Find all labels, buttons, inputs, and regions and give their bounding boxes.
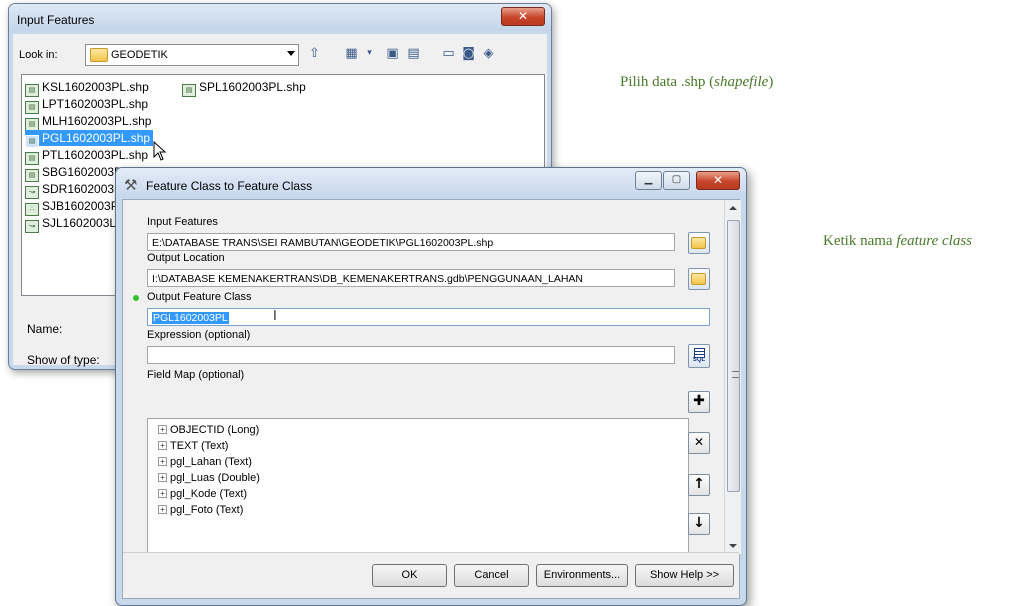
file-item[interactable]: ↝ SDR1602003L — [25, 181, 124, 199]
fc-dialog-title: Feature Class to Feature Class — [146, 179, 313, 193]
field-map-item[interactable]: + pgl_Luas (Double) — [158, 470, 260, 486]
line-file-icon: ↝ — [25, 220, 39, 233]
disconnect-folder-icon[interactable]: ▤ — [405, 45, 422, 62]
output-feature-class-label: Output Feature Class — [147, 291, 252, 303]
new-dataset-icon[interactable]: ◈ — [480, 45, 497, 62]
scroll-up-icon[interactable] — [729, 206, 737, 210]
input-features-label: Input Features — [147, 216, 218, 228]
delete-field-button[interactable]: ✕ — [688, 432, 710, 454]
maximize-button[interactable]: ▢ — [663, 171, 690, 190]
expand-icon[interactable]: + — [158, 505, 167, 514]
look-in-value: GEODETIK — [111, 49, 168, 61]
view-menu-icon[interactable]: ▦ — [343, 45, 360, 62]
connect-folder-icon[interactable]: ▣ — [384, 45, 401, 62]
field-map-item[interactable]: + pgl_Foto (Text) — [158, 502, 243, 518]
expand-icon[interactable]: + — [158, 425, 167, 434]
file-item[interactable]: ∴ SJB1602003P — [25, 198, 122, 216]
file-item[interactable]: ↝ SJL1602003LI — [25, 215, 122, 233]
file-item[interactable]: ▤ KSL1602003PL.shp — [25, 79, 152, 97]
name-label: Name: — [27, 322, 63, 336]
input-features-browse-button[interactable] — [688, 232, 710, 254]
output-feature-class-value: PGL1602003PL — [152, 312, 229, 324]
mouse-cursor-icon — [153, 141, 167, 161]
output-location-field[interactable]: I:\DATABASE KEMENAKERTRANS\DB_KEMENAKERT… — [147, 269, 675, 287]
fc-dialog-body: Input Features E:\DATABASE TRANS\SEI RAM… — [122, 199, 741, 599]
input-dialog-title: Input Features — [17, 13, 95, 27]
file-item[interactable]: ▤ MLH1602003PL.shp — [25, 113, 154, 131]
input-dialog-close-button[interactable]: ✕ — [501, 7, 545, 26]
fc-dialog-titlebar[interactable]: ⚒ Feature Class to Feature Class ▁ ▢ ✕ — [116, 168, 746, 198]
add-field-button[interactable]: ✚ — [688, 391, 710, 413]
field-map-label: Field Map (optional) — [147, 369, 245, 381]
output-location-browse-button[interactable] — [688, 268, 710, 290]
vertical-scrollbar[interactable] — [724, 200, 741, 554]
output-feature-class-input[interactable]: PGL1602003PL — [147, 308, 710, 326]
file-item[interactable]: ▤ SPL1602003PL.shp — [182, 79, 309, 97]
scrollbar-thumb[interactable] — [727, 220, 740, 492]
file-item[interactable]: ▤ LPT1602003PL.shp — [25, 96, 151, 114]
file-item[interactable]: ▤ SBG1602003P — [25, 164, 125, 182]
scroll-down-icon[interactable] — [729, 544, 737, 548]
polygon-file-icon: ▤ — [182, 84, 196, 97]
field-map-item[interactable]: + pgl_Lahan (Text) — [158, 454, 252, 470]
cancel-button[interactable]: Cancel — [454, 564, 529, 587]
feature-class-to-feature-class-dialog: ⚒ Feature Class to Feature Class ▁ ▢ ✕ I… — [115, 167, 747, 606]
look-in-dropdown[interactable]: GEODETIK — [85, 44, 299, 66]
open-folder-icon — [691, 273, 706, 285]
expression-field[interactable] — [147, 346, 675, 364]
grip-icon — [732, 371, 739, 378]
fc-dialog-close-button[interactable]: ✕ — [696, 171, 740, 190]
environments-button[interactable]: Environments... — [536, 564, 628, 587]
caption-select-shapefile: Pilih data .shp (shapefile) — [620, 74, 774, 90]
move-down-button[interactable]: ↓ — [688, 513, 710, 535]
input-dialog-titlebar[interactable]: Input Features ✕ — [9, 4, 551, 31]
chevron-down-icon — [287, 51, 295, 56]
move-up-button[interactable]: ↑ — [688, 474, 710, 496]
look-in-label: Look in: — [19, 49, 58, 61]
field-map-item[interactable]: + OBJECTID (Long) — [158, 422, 259, 438]
new-folder-icon[interactable]: ▭ — [440, 45, 457, 62]
folder-icon — [90, 48, 108, 62]
field-map-item[interactable]: + TEXT (Text) — [158, 438, 228, 454]
field-map-item[interactable]: + pgl_Kode (Text) — [158, 486, 247, 502]
ok-button[interactable]: OK — [372, 564, 447, 587]
expression-label: Expression (optional) — [147, 329, 251, 341]
expand-icon[interactable]: + — [158, 441, 167, 450]
open-folder-icon — [691, 237, 706, 249]
new-database-icon[interactable]: ◙ — [460, 45, 477, 62]
up-folder-icon[interactable]: ⇧ — [306, 45, 323, 62]
show-of-type-label: Show of type: — [27, 353, 100, 367]
input-features-field[interactable]: E:\DATABASE TRANS\SEI RAMBUTAN\GEODETIK\… — [147, 233, 675, 251]
show-help-button[interactable]: Show Help >> — [635, 564, 734, 587]
caption-type-feature-class: Ketik nama feature class — [823, 233, 972, 249]
sql-icon — [694, 348, 705, 358]
text-cursor-icon: I — [273, 309, 277, 324]
dialog-button-bar: OK Cancel Environments... Show Help >> — [123, 552, 739, 598]
expand-icon[interactable]: + — [158, 473, 167, 482]
file-item-selected[interactable]: ▤ PGL1602003PL.shp — [25, 130, 154, 148]
view-dropdown-icon[interactable]: ▾ — [361, 45, 378, 62]
expand-icon[interactable]: + — [158, 457, 167, 466]
sql-query-button[interactable]: SQL — [688, 344, 710, 368]
required-indicator-icon — [133, 295, 139, 301]
file-item[interactable]: ▤ PTL1602003PL.shp — [25, 147, 151, 165]
hammer-icon: ⚒ — [124, 176, 138, 194]
expand-icon[interactable]: + — [158, 489, 167, 498]
minimize-button[interactable]: ▁ — [635, 171, 662, 190]
output-location-label: Output Location — [147, 252, 225, 264]
